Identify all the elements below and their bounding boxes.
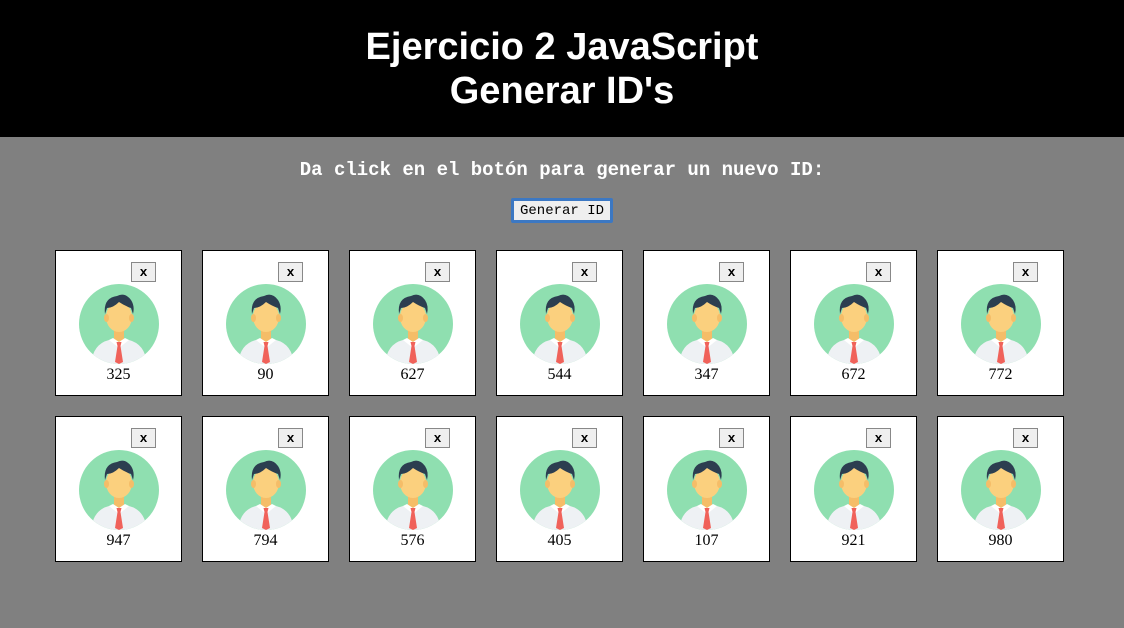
close-card-button[interactable]: x — [425, 262, 450, 282]
id-card: x 947 — [55, 416, 182, 562]
id-number: 325 — [106, 366, 131, 383]
id-card: x 107 — [643, 416, 770, 562]
person-avatar-icon — [814, 450, 894, 530]
close-card-button[interactable]: x — [1013, 428, 1038, 448]
id-number: 672 — [841, 366, 866, 383]
close-card-button[interactable]: x — [719, 428, 744, 448]
id-card: x 347 — [643, 250, 770, 396]
generate-id-button[interactable]: Generar ID — [510, 198, 613, 223]
close-card-button[interactable]: x — [572, 262, 597, 282]
id-number: 405 — [547, 532, 572, 549]
id-number: 107 — [694, 532, 719, 549]
id-card: x 627 — [349, 250, 476, 396]
person-avatar-icon — [226, 450, 306, 530]
id-number: 576 — [400, 532, 425, 549]
id-number: 794 — [253, 532, 278, 549]
id-number: 947 — [106, 532, 131, 549]
close-card-button[interactable]: x — [425, 428, 450, 448]
close-card-button[interactable]: x — [131, 428, 156, 448]
person-avatar-icon — [520, 284, 600, 364]
person-avatar-icon — [961, 284, 1041, 364]
person-avatar-icon — [79, 284, 159, 364]
person-avatar-icon — [814, 284, 894, 364]
close-card-button[interactable]: x — [278, 428, 303, 448]
id-number: 772 — [988, 366, 1013, 383]
page-title-line2: Generar ID's — [449, 69, 675, 112]
page-title-line1: Ejercicio 2 JavaScript — [365, 25, 759, 68]
id-number: 627 — [400, 366, 425, 383]
person-avatar-icon — [373, 284, 453, 364]
instructions-text: Da click en el botón para generar un nue… — [299, 159, 825, 181]
person-avatar-icon — [226, 284, 306, 364]
id-number: 90 — [257, 366, 274, 383]
person-avatar-icon — [667, 450, 747, 530]
close-card-button[interactable]: x — [719, 262, 744, 282]
id-number: 347 — [694, 366, 719, 383]
id-card: x 921 — [790, 416, 917, 562]
close-card-button[interactable]: x — [131, 262, 156, 282]
id-card: x 544 — [496, 250, 623, 396]
person-avatar-icon — [667, 284, 747, 364]
person-avatar-icon — [79, 450, 159, 530]
id-card: x 325 — [55, 250, 182, 396]
close-card-button[interactable]: x — [866, 428, 891, 448]
id-card: x 672 — [790, 250, 917, 396]
close-card-button[interactable]: x — [866, 262, 891, 282]
page-header: Ejercicio 2 JavaScript Generar ID's — [0, 0, 1124, 137]
close-card-button[interactable]: x — [278, 262, 303, 282]
id-card: x 576 — [349, 416, 476, 562]
id-card: x 90 — [202, 250, 329, 396]
close-card-button[interactable]: x — [572, 428, 597, 448]
id-card: x 405 — [496, 416, 623, 562]
id-card: x 794 — [202, 416, 329, 562]
id-card: x 772 — [937, 250, 1064, 396]
id-number: 544 — [547, 366, 572, 383]
person-avatar-icon — [520, 450, 600, 530]
id-card-grid: x 325 x 90 x 627 x 544 x 347 x 672 x 772… — [55, 250, 1064, 562]
person-avatar-icon — [961, 450, 1041, 530]
close-card-button[interactable]: x — [1013, 262, 1038, 282]
id-number: 980 — [988, 532, 1013, 549]
id-card: x 980 — [937, 416, 1064, 562]
person-avatar-icon — [373, 450, 453, 530]
id-number: 921 — [841, 532, 866, 549]
